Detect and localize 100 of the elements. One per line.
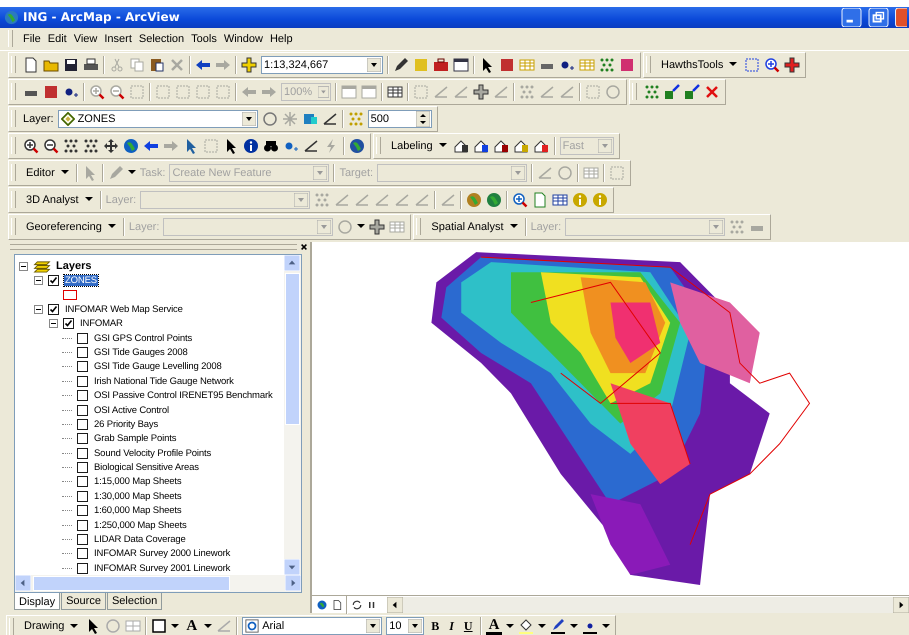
dots-icon[interactable] <box>314 192 330 208</box>
checkbox[interactable] <box>77 520 88 531</box>
checkbox[interactable] <box>77 476 88 488</box>
checkbox[interactable] <box>77 548 88 560</box>
page-icon[interactable] <box>331 598 343 610</box>
hawths-tools-menu[interactable]: HawthsTools <box>658 54 740 75</box>
transparency-field[interactable]: 500 <box>368 110 432 128</box>
horizontal-scrollbar[interactable] <box>15 574 301 592</box>
scale-field[interactable]: 1:13,324,667 <box>261 56 383 74</box>
menu-item[interactable]: Selection <box>138 32 184 45</box>
caret-icon[interactable] <box>357 224 366 230</box>
checkbox[interactable] <box>63 318 74 330</box>
scroll-right-button[interactable] <box>893 596 909 612</box>
scroll-up-button[interactable] <box>284 254 300 271</box>
collapse-icon[interactable] <box>34 304 43 314</box>
horizontal-scrollbar[interactable] <box>387 596 909 612</box>
zoom-in-icon[interactable] <box>23 138 39 154</box>
save-icon[interactable] <box>63 56 79 73</box>
magnifier-icon[interactable] <box>512 192 528 208</box>
zoom-in-icon[interactable] <box>89 84 105 100</box>
layer-name[interactable]: 1:250,000 Map Sheets <box>93 520 188 531</box>
checkbox[interactable] <box>77 505 88 516</box>
checkbox[interactable] <box>48 275 59 286</box>
caret-icon[interactable] <box>128 170 136 176</box>
close-icon[interactable] <box>300 242 308 251</box>
tab[interactable]: Selection <box>106 592 162 610</box>
layer-name[interactable]: ZONES <box>64 275 98 286</box>
line-icon[interactable] <box>322 110 338 127</box>
close-button[interactable] <box>895 8 907 27</box>
format-button[interactable]: B <box>428 618 442 634</box>
layer-name[interactable]: 26 Priority Bays <box>93 418 160 430</box>
layer-name[interactable]: 1:15,000 Map Sheets <box>93 476 182 488</box>
refresh-icon[interactable] <box>351 598 363 610</box>
layer-name[interactable]: GSI GPS Control Points <box>93 332 194 344</box>
pan-icon[interactable] <box>103 138 119 154</box>
font-color-button[interactable]: A <box>486 618 502 634</box>
layer-name[interactable]: 1:30,000 Map Sheets <box>93 490 182 502</box>
layer-name[interactable]: INFOMAR Web Map Service <box>64 304 184 315</box>
dots-icon[interactable] <box>519 84 535 100</box>
font-field[interactable]: Arial <box>242 617 382 635</box>
layer-name[interactable]: Biological Sensitive Areas <box>93 462 200 474</box>
checkbox[interactable] <box>77 346 88 358</box>
font-size-field[interactable]: 10 <box>386 617 424 635</box>
menu-item[interactable]: Edit <box>48 32 67 45</box>
caret-icon[interactable] <box>171 624 180 628</box>
selection-rectangle-icon[interactable] <box>744 56 760 73</box>
menu-item[interactable]: File <box>23 32 41 45</box>
page-icon[interactable] <box>23 56 39 73</box>
rectangle-icon[interactable] <box>151 618 168 634</box>
globe-icon[interactable] <box>466 192 482 208</box>
dots-icon[interactable] <box>729 218 746 235</box>
collapse-icon[interactable] <box>34 276 43 286</box>
globe-icon[interactable] <box>123 138 139 154</box>
layer-name[interactable]: OSI Active Control <box>93 404 170 416</box>
cross-icon[interactable] <box>704 84 720 100</box>
caret-icon[interactable] <box>538 624 546 628</box>
vertical-scrollbar[interactable] <box>284 254 301 575</box>
toolbox-icon[interactable] <box>433 56 449 73</box>
pen-icon[interactable] <box>550 618 566 634</box>
checkbox[interactable] <box>77 404 88 416</box>
printer-icon[interactable] <box>83 56 99 73</box>
layer-name[interactable]: Sound Velocity Profile Points <box>93 448 212 459</box>
window-icon[interactable] <box>453 56 469 73</box>
checkbox[interactable] <box>77 562 88 574</box>
tab[interactable]: Source <box>61 592 106 610</box>
menu-item[interactable]: View <box>74 32 98 45</box>
scroll-left-button[interactable] <box>387 596 403 612</box>
restore-button[interactable] <box>868 8 889 27</box>
caret-icon[interactable] <box>204 624 212 628</box>
menu-item[interactable]: Insert <box>104 32 132 45</box>
collapse-icon[interactable] <box>19 262 28 271</box>
checkbox[interactable] <box>77 418 88 430</box>
target-field[interactable] <box>377 164 528 182</box>
dots-icon[interactable] <box>644 84 660 100</box>
checkbox[interactable] <box>77 448 88 459</box>
layer-name[interactable]: INFOMAR Survey 2000 Linework <box>93 548 232 560</box>
checkbox[interactable] <box>77 390 88 402</box>
checkbox[interactable] <box>77 332 88 344</box>
layer-name[interactable]: INFOMAR <box>79 318 124 330</box>
menu-item[interactable]: Help <box>270 32 293 45</box>
drawing-menu[interactable]: Drawing <box>21 616 82 635</box>
caret-icon[interactable] <box>570 624 578 628</box>
square-arrow-icon[interactable] <box>664 84 680 100</box>
layer-name[interactable]: GSI Tide Gauge Levelling 2008 <box>93 361 223 372</box>
caret-icon[interactable] <box>602 624 610 628</box>
layers-root[interactable]: Layers <box>56 260 92 272</box>
layer-name[interactable]: INFOMAR Survey 2001 Linework <box>93 562 232 574</box>
scroll-down-button[interactable] <box>284 558 300 575</box>
layer-name[interactable]: OSI Passive Control IRENET95 Benchmark <box>93 390 274 402</box>
checkbox[interactable] <box>77 361 88 372</box>
plus-icon[interactable] <box>369 218 386 235</box>
square-icon[interactable] <box>499 56 515 73</box>
layer-name[interactable]: 1:60,000 Map Sheets <box>93 505 182 516</box>
menu-item[interactable]: Window <box>224 32 263 45</box>
layer-name[interactable]: Irish National Tide Gauge Network <box>93 376 235 387</box>
globe-icon[interactable] <box>486 192 502 208</box>
zoom-out-icon[interactable] <box>109 84 125 100</box>
minimize-button[interactable] <box>841 8 862 27</box>
square-icon[interactable] <box>43 84 59 100</box>
checkbox[interactable] <box>77 534 88 546</box>
